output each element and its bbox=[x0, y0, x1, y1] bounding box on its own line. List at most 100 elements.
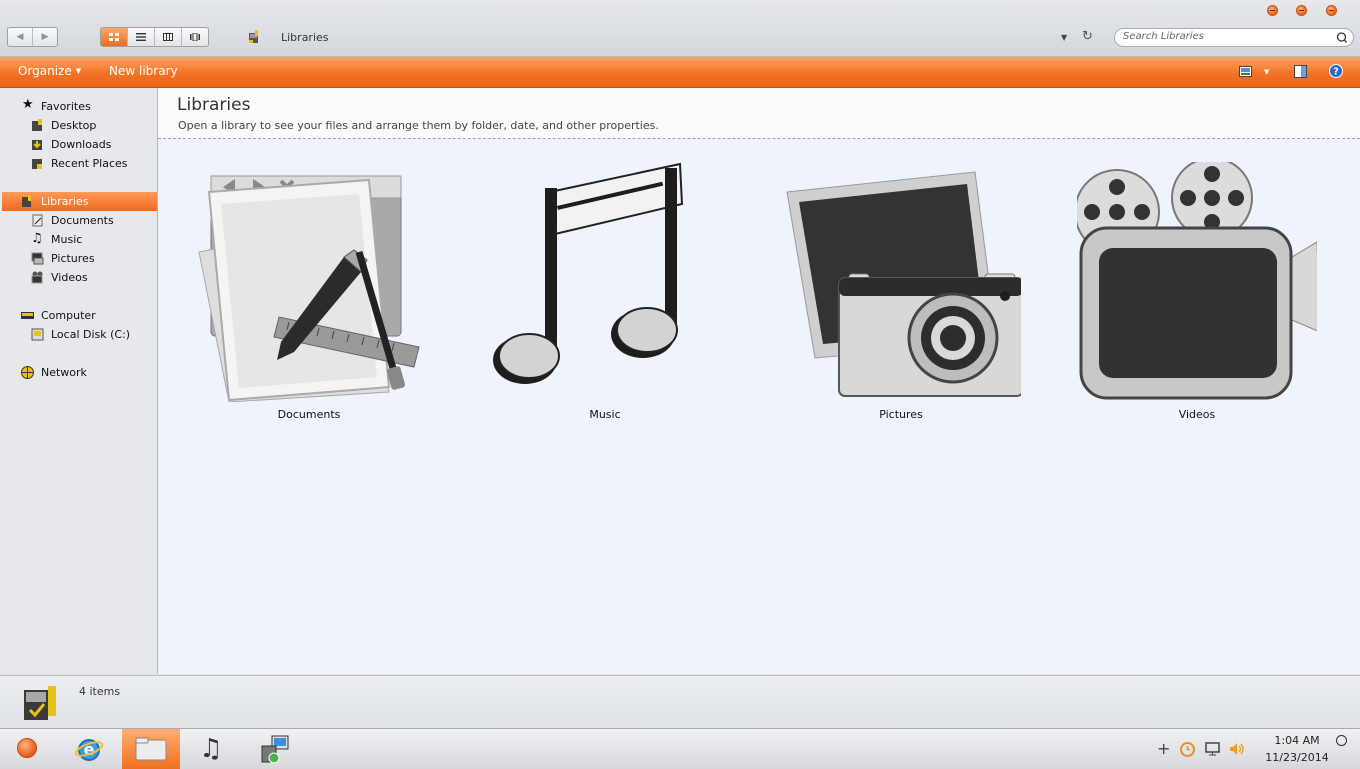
library-label: Documents bbox=[277, 408, 341, 421]
library-pictures[interactable]: Pictures bbox=[781, 162, 1021, 428]
sidebar-item-label: Videos bbox=[51, 271, 88, 284]
navigation-pane: ★ Favorites Desktop Downloads Recent Pla… bbox=[0, 88, 158, 674]
libraries-icon bbox=[249, 30, 258, 43]
content-area: Libraries Open a library to see your fil… bbox=[158, 88, 1360, 674]
item-count: 4 items bbox=[79, 685, 121, 698]
view-mode-buttons bbox=[100, 27, 209, 47]
library-music[interactable]: Music bbox=[485, 162, 725, 428]
organize-button[interactable]: Organize ▼ bbox=[18, 64, 81, 78]
library-videos[interactable]: Videos bbox=[1077, 162, 1317, 428]
network-globe-icon bbox=[21, 366, 34, 379]
sidebar-item-label: Pictures bbox=[51, 252, 95, 265]
documents-icon bbox=[198, 175, 420, 402]
notifications-icon[interactable] bbox=[1336, 735, 1347, 746]
sidebar-item-label: Computer bbox=[41, 309, 96, 322]
sidebar-item-local-disk[interactable]: Local Disk (C:) bbox=[0, 325, 157, 344]
sidebar-item-label: Network bbox=[41, 366, 87, 379]
organize-label: Organize bbox=[18, 64, 72, 78]
sidebar-item-videos[interactable]: Videos bbox=[0, 268, 157, 287]
close-button[interactable] bbox=[1326, 5, 1337, 16]
taskbar-file-explorer[interactable] bbox=[122, 729, 180, 769]
clock-date[interactable]: 11/23/2014 bbox=[1262, 751, 1332, 764]
search-icon[interactable] bbox=[1336, 32, 1347, 43]
library-label: Videos bbox=[1178, 408, 1216, 421]
sidebar-item-desktop[interactable]: Desktop bbox=[0, 116, 157, 135]
start-button[interactable] bbox=[17, 738, 37, 758]
content-header: Libraries Open a library to see your fil… bbox=[158, 88, 1360, 139]
network-status-icon[interactable] bbox=[1205, 742, 1220, 756]
title-bar: ◀ ▶ Libraries ▼ ↻ Search Libraries bbox=[0, 0, 1360, 57]
clock-icon[interactable] bbox=[1180, 742, 1195, 757]
grid-icon bbox=[109, 33, 119, 41]
icon-view-button[interactable] bbox=[101, 28, 128, 46]
sidebar-item-label: Libraries bbox=[41, 195, 89, 208]
music-note-icon: ♫ bbox=[31, 231, 43, 246]
search-box[interactable] bbox=[1114, 28, 1354, 47]
refresh-icon[interactable]: ↻ bbox=[1082, 29, 1093, 44]
address-path[interactable]: Libraries bbox=[281, 31, 329, 44]
column-view-button[interactable] bbox=[155, 28, 182, 46]
search-input[interactable] bbox=[1123, 31, 1323, 42]
internet-explorer-icon: e bbox=[74, 739, 104, 761]
star-icon: ★ bbox=[22, 97, 34, 112]
downloads-icon bbox=[32, 140, 42, 150]
clock-time[interactable]: 1:04 AM bbox=[1262, 734, 1332, 747]
sidebar-item-recent-places[interactable]: Recent Places bbox=[0, 154, 157, 173]
page-description: Open a library to see your files and arr… bbox=[178, 119, 659, 132]
desktop-icon bbox=[32, 119, 42, 131]
film-camera-icon bbox=[1077, 162, 1317, 400]
volume-icon[interactable] bbox=[1229, 742, 1245, 756]
computer-icon bbox=[21, 312, 34, 319]
coverflow-icon bbox=[190, 33, 200, 41]
view-options-chevron-icon[interactable]: ▼ bbox=[1264, 68, 1269, 76]
sidebar-item-pictures[interactable]: Pictures bbox=[0, 249, 157, 268]
recent-places-icon bbox=[32, 159, 42, 169]
list-view-button[interactable] bbox=[128, 28, 155, 46]
taskbar-network-app[interactable] bbox=[246, 729, 304, 769]
chevron-down-icon: ▼ bbox=[75, 67, 82, 75]
hard-disk-icon bbox=[31, 328, 44, 341]
show-hidden-icons-icon[interactable]: + bbox=[1157, 739, 1170, 758]
documents-icon bbox=[32, 214, 43, 227]
details-pane: 4 items bbox=[0, 675, 1360, 729]
page-title: Libraries bbox=[177, 95, 251, 115]
maximize-button[interactable] bbox=[1296, 5, 1307, 16]
address-dropdown-icon[interactable]: ▼ bbox=[1061, 33, 1067, 42]
music-note-icon: ♫ bbox=[199, 734, 223, 764]
camera-photo-icon bbox=[786, 171, 1021, 397]
folder-icon bbox=[135, 737, 167, 761]
preview-pane-icon[interactable] bbox=[1294, 65, 1307, 78]
library-documents[interactable]: Documents bbox=[189, 162, 429, 428]
change-view-icon[interactable] bbox=[1239, 65, 1252, 78]
sidebar-item-label: Downloads bbox=[51, 138, 112, 151]
videos-icon bbox=[31, 271, 43, 284]
sidebar-item-label: Desktop bbox=[51, 119, 97, 132]
sidebar-item-downloads[interactable]: Downloads bbox=[0, 135, 157, 154]
coverflow-view-button[interactable] bbox=[182, 28, 208, 46]
sidebar-item-documents[interactable]: Documents bbox=[0, 211, 157, 230]
taskbar: e ♫ + 1:04 AM 11/23/2014 bbox=[0, 728, 1360, 769]
forward-icon[interactable]: ▶ bbox=[33, 28, 57, 46]
music-note-icon bbox=[493, 162, 684, 384]
sidebar-item-label: Local Disk (C:) bbox=[51, 328, 131, 341]
columns-icon bbox=[163, 33, 173, 41]
remote-desktop-icon bbox=[261, 735, 289, 764]
sidebar-item-computer[interactable]: Computer bbox=[0, 306, 157, 325]
svg-text:?: ? bbox=[1333, 67, 1339, 78]
taskbar-internet-explorer[interactable]: e bbox=[60, 729, 118, 769]
sidebar-item-label: Recent Places bbox=[51, 157, 128, 170]
sidebar-item-favorites[interactable]: ★ Favorites bbox=[0, 97, 157, 116]
new-library-button[interactable]: New library bbox=[109, 64, 178, 78]
libraries-icon bbox=[24, 686, 56, 720]
help-icon[interactable]: ? bbox=[1329, 64, 1343, 78]
sidebar-item-libraries[interactable]: Libraries bbox=[2, 192, 157, 211]
minimize-button[interactable] bbox=[1267, 5, 1278, 16]
taskbar-music-player[interactable]: ♫ bbox=[182, 729, 240, 769]
sidebar-item-network[interactable]: Network bbox=[0, 363, 157, 382]
pictures-icon bbox=[31, 252, 44, 265]
navigation-buttons: ◀ ▶ bbox=[7, 27, 58, 47]
library-label: Pictures bbox=[879, 408, 923, 421]
sidebar-item-music[interactable]: ♫ Music bbox=[0, 230, 157, 249]
sidebar-item-label: Music bbox=[51, 233, 83, 246]
back-icon[interactable]: ◀ bbox=[8, 28, 33, 46]
